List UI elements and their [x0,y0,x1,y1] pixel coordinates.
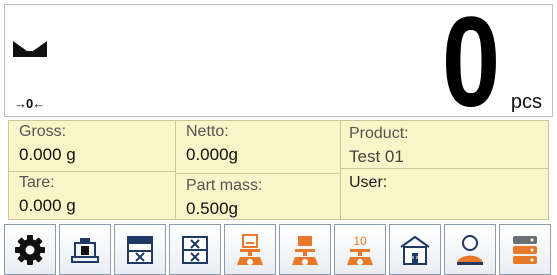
stable-marker-icon [13,41,47,57]
toolbar: 10 [4,224,553,275]
set-part-mass-button[interactable] [114,224,166,275]
weight-unit: pcs [510,91,542,113]
user-icon [457,234,483,265]
tare-label: Tare: [19,174,55,191]
settings-button[interactable] [4,224,56,275]
database-button[interactable] [499,224,551,275]
weighing-display: →0← 0 pcs [4,0,553,127]
part-mass-value: 0.500g [186,199,238,218]
scale-reference-icon [292,235,318,265]
info-fields-panel: Gross: 0.000 g Netto: 0.000g Product: Te… [8,120,549,220]
product-value: Test 01 [349,147,404,166]
sample-on-pan-button[interactable] [224,224,276,275]
part-mass-label: Part mass: [186,177,263,194]
divider [9,171,175,172]
weighing-screen: →0← 0 pcs Gross: 0.000 g Netto: 0.000g P… [0,0,557,275]
tare-value: 0.000 g [19,196,76,215]
gear-icon [15,234,45,265]
weight-readout: 0 [441,0,500,134]
database-icon [513,235,537,264]
scale-sample-icon [237,233,263,265]
divider [175,173,340,174]
divider [340,121,341,219]
product-database-button[interactable] [389,224,441,275]
tare-button[interactable] [59,224,111,275]
gross-value: 0.000 g [19,145,76,164]
part-mass-list-icon [182,235,208,264]
weigh-reference-button[interactable] [279,224,331,275]
user-button[interactable] [444,224,496,275]
part-mass-list-button[interactable] [169,224,221,275]
scale-weight-icon [71,237,99,263]
product-label: Product: [349,125,409,142]
user-label: User: [349,174,388,191]
divider [340,168,548,169]
gross-label: Gross: [19,123,67,140]
divider [175,121,176,219]
zero-indicator: →0← [14,96,45,111]
product-box-icon [400,235,430,265]
netto-value: 0.000g [186,145,238,164]
scale-10-icon: 10 [347,234,373,265]
reference-10-button[interactable]: 10 [334,224,386,275]
netto-label: Netto: [186,123,229,140]
reference-count: 10 [353,234,367,248]
part-mass-icon [127,235,153,264]
